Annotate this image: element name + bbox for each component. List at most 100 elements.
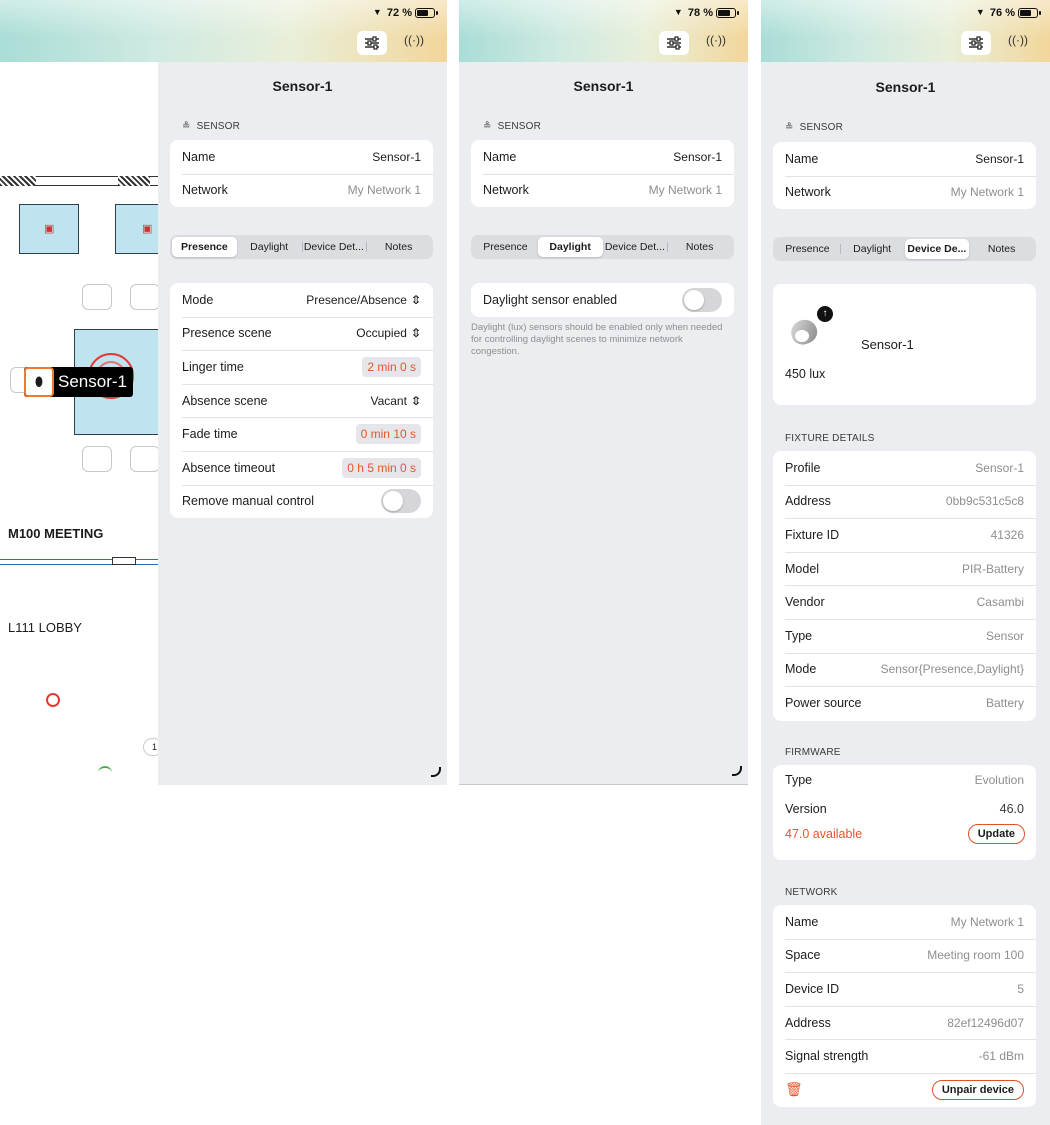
linger-time-value[interactable]: 2 min 0 s bbox=[362, 356, 421, 377]
daylight-help-text: Daylight (lux) sensors should be enabled… bbox=[471, 322, 723, 357]
name-row[interactable]: Name Sensor-1 bbox=[170, 140, 433, 174]
presence-scene-row[interactable]: Presence scene Occupied ⇕ bbox=[170, 316, 433, 351]
panel-title: Sensor-1 bbox=[573, 78, 634, 94]
name-row[interactable]: Name Sensor-1 bbox=[773, 142, 1036, 176]
network-row[interactable]: Network My Network 1 bbox=[773, 175, 1036, 209]
section-sensor: ≗ SENSOR bbox=[182, 121, 241, 132]
door bbox=[112, 557, 136, 565]
trash-icon[interactable]: 🗑 bbox=[785, 1081, 803, 1098]
fixture-row-model: Model PIR-Battery bbox=[773, 551, 1036, 586]
absence-scene-row[interactable]: Absence scene Vacant ⇕ bbox=[170, 383, 433, 418]
sensor-device-icon bbox=[787, 310, 821, 350]
section-sensor: ≗ SENSOR bbox=[785, 122, 844, 133]
floorplan[interactable]: ▣ ▣ ⬮ Sensor-1 M100 MEETING L111 LOBBY 1 bbox=[0, 62, 160, 782]
tab-device-details[interactable]: Device De... bbox=[904, 239, 970, 259]
antenna-icon[interactable]: ((·)) bbox=[404, 33, 424, 47]
absence-timeout-row[interactable]: Absence timeout 0 h 5 min 0 s bbox=[170, 450, 433, 485]
settings-sliders-button[interactable] bbox=[659, 31, 689, 55]
section-firmware: FIRMWARE bbox=[785, 747, 841, 758]
absence-timeout-value[interactable]: 0 h 5 min 0 s bbox=[342, 457, 421, 478]
network-row-address: Address 82ef12496d07 bbox=[773, 1005, 1036, 1040]
tab-bar: Presence Daylight Device Det... Notes bbox=[170, 235, 433, 259]
fade-time-value[interactable]: 0 min 10 s bbox=[355, 424, 421, 445]
battery-indicator: 76 % bbox=[976, 7, 1041, 19]
tab-notes[interactable]: Notes bbox=[667, 237, 732, 257]
firmware-version-value: 46.0 bbox=[999, 802, 1024, 816]
tab-presence[interactable]: Presence bbox=[172, 237, 237, 257]
unpair-row: 🗑 Unpair device bbox=[773, 1072, 1036, 1107]
tab-bar: Presence Daylight Device De... Notes bbox=[773, 237, 1036, 261]
update-button[interactable]: Update bbox=[967, 824, 1025, 844]
chevron-updown-icon: ⇕ bbox=[409, 292, 423, 307]
linger-time-row[interactable]: Linger time 2 min 0 s bbox=[170, 350, 433, 384]
section-sensor: ≗ SENSOR bbox=[483, 121, 542, 132]
tab-presence[interactable]: Presence bbox=[473, 237, 538, 257]
chevron-updown-icon: ⇕ bbox=[409, 326, 423, 341]
room-label-lobby: L111 LOBBY bbox=[8, 620, 82, 635]
sliders-icon bbox=[969, 36, 983, 50]
tab-device-details[interactable]: Device Det... bbox=[301, 237, 367, 257]
tab-device-details[interactable]: Device Det... bbox=[603, 237, 668, 257]
wall-hatch bbox=[0, 176, 36, 186]
fixture-row-address: Address 0bb9c531c5c8 bbox=[773, 484, 1036, 519]
mode-row[interactable]: Mode Presence/Absence ⇕ bbox=[170, 283, 433, 317]
light-icon: ▣ bbox=[142, 223, 153, 235]
panel-title: Sensor-1 bbox=[875, 79, 936, 95]
chair-icon bbox=[130, 446, 160, 472]
network-row-device-id: Device ID 5 bbox=[773, 972, 1036, 1006]
network-row-space: Space Meeting room 100 bbox=[773, 938, 1036, 973]
sensor-panel: Sensor-1 ≗ SENSOR Name Sensor-1 Network My … bbox=[158, 62, 447, 785]
network-row[interactable]: Network My Network 1 bbox=[471, 173, 734, 207]
tab-daylight[interactable]: Daylight bbox=[839, 239, 905, 259]
fixture-row-power-source: Power source Battery bbox=[773, 686, 1036, 720]
tab-notes[interactable]: Notes bbox=[366, 237, 431, 257]
upload-arrow-icon[interactable]: ↑ bbox=[817, 306, 833, 322]
room-block: ▣ bbox=[19, 204, 79, 254]
wifi-icon bbox=[674, 7, 685, 18]
wifi-icon bbox=[976, 7, 987, 18]
firmware-card: Type Evolution Version 46.0 47.0 availabl… bbox=[773, 765, 1036, 860]
network-row-name: Name My Network 1 bbox=[785, 914, 1024, 929]
fade-time-row[interactable]: Fade time 0 min 10 s bbox=[170, 417, 433, 451]
antenna-icon[interactable]: ((·)) bbox=[706, 33, 726, 47]
fixture-row-profile: Profile Sensor-1 bbox=[785, 460, 1024, 475]
resize-handle[interactable] bbox=[732, 766, 742, 776]
tab-daylight[interactable]: Daylight bbox=[237, 237, 302, 257]
sensor-icon: ≗ bbox=[483, 121, 492, 132]
sensor-icon: ⬮ bbox=[24, 367, 54, 397]
battery-icon bbox=[716, 8, 739, 18]
name-row[interactable]: Name Sensor-1 bbox=[471, 140, 734, 174]
panel-title: Sensor-1 bbox=[272, 78, 333, 94]
settings-sliders-button[interactable] bbox=[357, 31, 387, 55]
device-card: ↑ Sensor-1 450 lux bbox=[773, 284, 1036, 405]
room-block: ▣ bbox=[115, 204, 160, 254]
device-marker[interactable] bbox=[98, 766, 112, 780]
sensor-card: Name Sensor-1 Network My Network 1 bbox=[773, 142, 1036, 209]
antenna-icon[interactable]: ((·)) bbox=[1008, 33, 1028, 47]
room-label-meeting: M100 MEETING bbox=[8, 526, 104, 541]
daylight-enabled-toggle[interactable] bbox=[682, 287, 722, 312]
network-row[interactable]: Network My Network 1 bbox=[170, 173, 433, 207]
section-fixture-details: FIXTURE DETAILS bbox=[785, 433, 875, 444]
tab-notes[interactable]: Notes bbox=[969, 239, 1034, 259]
sensor-panel: Sensor-1 ≗ SENSOR Name Sensor-1 Network My … bbox=[761, 62, 1050, 1125]
firmware-type-row: Type Evolution bbox=[785, 773, 1024, 787]
remove-manual-toggle[interactable] bbox=[381, 489, 421, 514]
battery-icon bbox=[1018, 8, 1041, 18]
section-network: NETWORK bbox=[785, 887, 838, 898]
sensor-marker[interactable]: ⬮ Sensor-1 bbox=[24, 367, 133, 397]
tab-presence[interactable]: Presence bbox=[775, 239, 840, 259]
sensor-card: Name Sensor-1 Network My Network 1 bbox=[170, 140, 433, 207]
sliders-icon bbox=[667, 36, 681, 50]
daylight-card: Daylight sensor enabled bbox=[471, 283, 734, 317]
tab-daylight[interactable]: Daylight bbox=[537, 237, 603, 257]
screen-device-details: 76 % ((·)) Sensor-1 ≗SENSOR NameSensor-1… bbox=[761, 0, 1050, 1125]
unpair-device-button[interactable]: Unpair device bbox=[931, 1079, 1024, 1100]
device-name: Sensor-1 bbox=[861, 337, 914, 352]
chevron-updown-icon: ⇕ bbox=[409, 393, 423, 408]
tab-bar: Presence Daylight Device Det... Notes bbox=[471, 235, 734, 259]
settings-sliders-button[interactable] bbox=[961, 31, 991, 55]
device-marker[interactable] bbox=[46, 693, 60, 707]
resize-handle[interactable] bbox=[431, 767, 441, 777]
battery-icon bbox=[415, 8, 438, 18]
